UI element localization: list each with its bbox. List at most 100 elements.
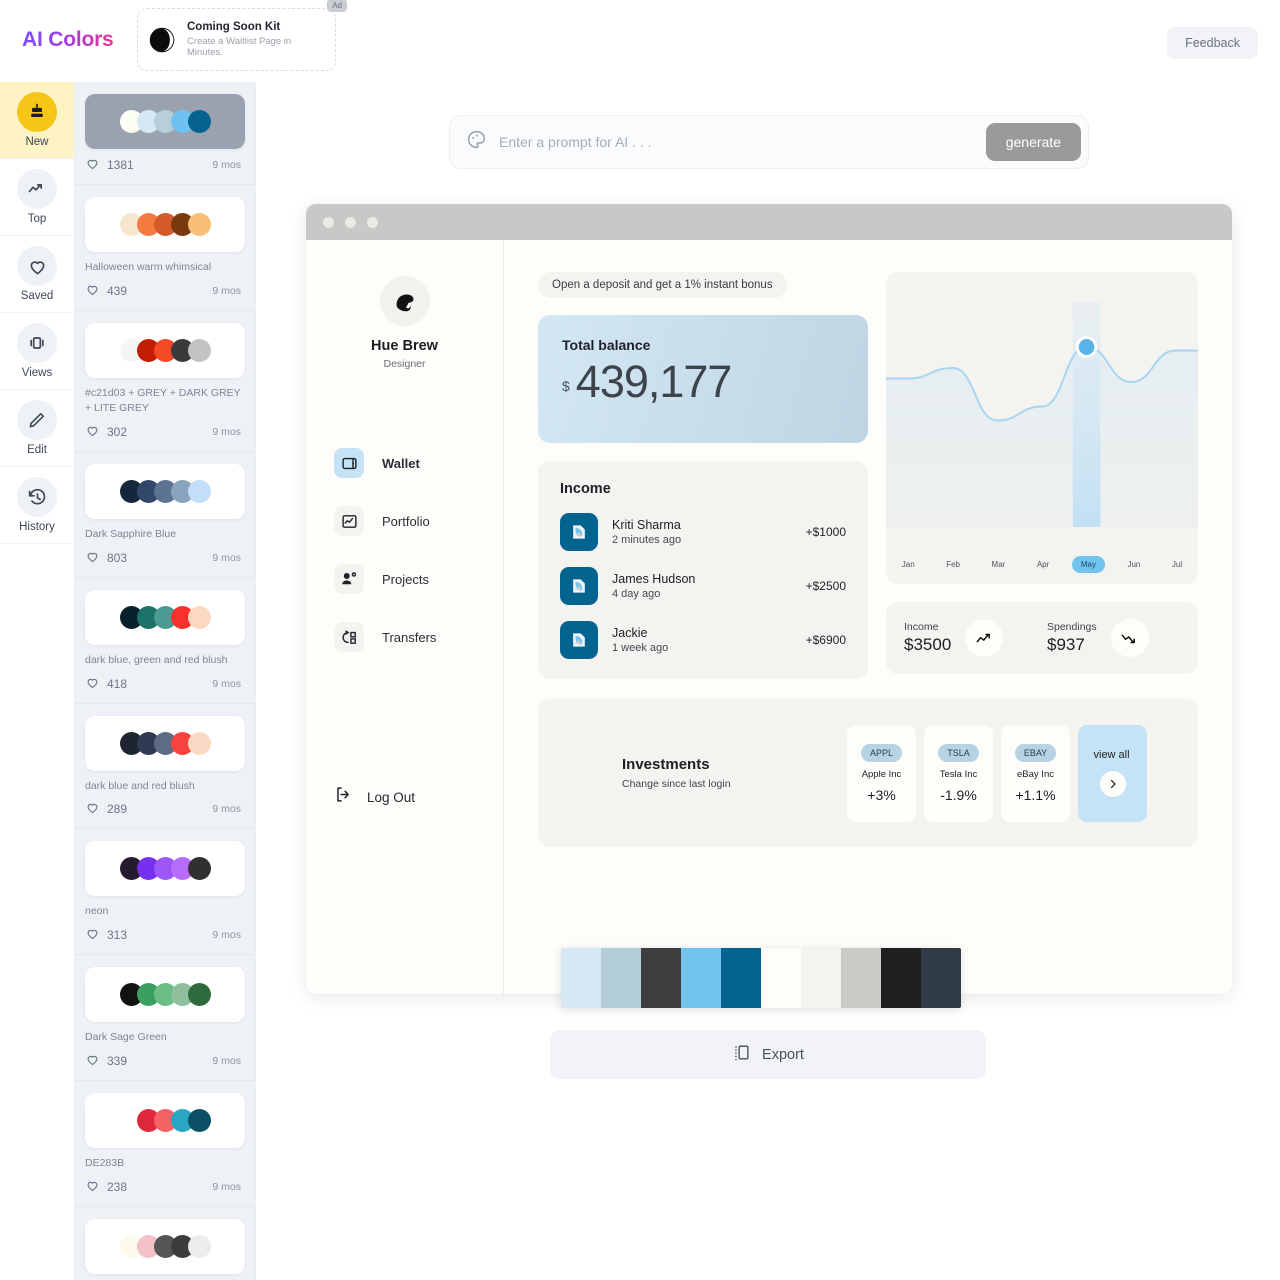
moon-logo-icon [149, 27, 175, 52]
palette-list-item[interactable]: 1381 9 mos [75, 82, 255, 185]
palette-name: dark blue, green and red blush [85, 653, 228, 666]
income-time: 4 day ago [612, 588, 661, 600]
palette-likes[interactable]: 439 [85, 282, 127, 300]
palette-swatch-dot [187, 605, 211, 629]
mock-titlebar [306, 204, 1232, 240]
palette-dots [119, 1235, 211, 1259]
preview-content: Open a deposit and get a 1% instant bonu… [504, 240, 1232, 994]
palette-name: dark blue and red blush [85, 779, 195, 792]
swatch-strip-color[interactable] [681, 948, 721, 1008]
stock-cards: APPL Apple Inc +3% TSLA Tesla Inc -1.9% EB… [847, 724, 1147, 822]
generated-swatch-strip[interactable] [561, 948, 961, 1008]
palette-list-item[interactable]: Dark Sapphire Blue 803 9 mos [75, 452, 255, 578]
swatch-strip-color[interactable] [561, 948, 601, 1008]
income-row[interactable]: Kriti Sharma 2 minutes ago +$1000 [560, 513, 846, 551]
chart-month-axis[interactable]: Jan Feb Mar Apr May Jun Jul [886, 556, 1198, 573]
chart-month-may[interactable]: May [1071, 556, 1105, 573]
logout-button[interactable]: Log Out [306, 785, 503, 809]
income-amount: +$6900 [805, 633, 846, 647]
profile-role: Designer [383, 358, 426, 370]
palette-list-item[interactable]: dark blue and red blush 289 9 mos [75, 704, 255, 830]
palette-likes[interactable]: 339 [85, 1052, 127, 1070]
menu-item-projects[interactable]: Projects [334, 564, 503, 594]
chart-month-feb[interactable]: Feb [937, 556, 969, 573]
swatch-strip-color[interactable] [881, 948, 921, 1008]
rail-item-views[interactable]: Views [0, 313, 74, 390]
export-button[interactable]: Export [550, 1030, 986, 1079]
palette-swatch-box[interactable] [85, 1093, 245, 1149]
palette-swatch-box[interactable] [85, 197, 245, 252]
palette-swatch-box[interactable] [85, 1219, 245, 1275]
menu-item-portfolio[interactable]: Portfolio [334, 506, 503, 536]
chart-box-icon [334, 506, 364, 536]
palette-swatch-box[interactable] [85, 841, 245, 897]
stock-card[interactable]: TSLA Tesla Inc -1.9% [924, 724, 993, 822]
palette-likes[interactable]: 302 [85, 423, 127, 441]
swatch-strip-color[interactable] [601, 948, 641, 1008]
palette-name: Halloween warm whimsical [85, 261, 212, 273]
stock-ticker: TSLA [938, 743, 979, 762]
palette-swatch-dot [187, 983, 211, 1007]
rail-item-edit[interactable]: Edit [0, 390, 74, 467]
menu-item-transfers[interactable]: Transfers [334, 622, 503, 652]
rail-item-saved[interactable]: Saved [0, 236, 74, 313]
palette-swatch-box[interactable] [85, 589, 245, 645]
chart-month-jan[interactable]: Jan [893, 556, 924, 573]
feedback-button[interactable]: Feedback [1167, 27, 1258, 59]
palette-swatch-box[interactable] [85, 94, 245, 149]
palette-swatch-box[interactable] [85, 463, 245, 519]
palette-swatch-box[interactable] [85, 967, 245, 1023]
swatch-strip-color[interactable] [721, 948, 761, 1008]
menu-item-wallet[interactable]: Wallet [334, 448, 503, 478]
export-label: Export [762, 1046, 804, 1063]
generate-button[interactable]: generate [985, 123, 1081, 161]
stock-card[interactable]: APPL Apple Inc +3% [847, 724, 916, 822]
palette-swatch-dot [187, 110, 211, 133]
trending-up-icon [17, 169, 57, 209]
swatch-strip-color[interactable] [801, 948, 841, 1008]
chart-month-apr[interactable]: Apr [1028, 556, 1058, 573]
transfer-icon [334, 622, 364, 652]
prompt-input[interactable] [499, 134, 974, 150]
view-all-button[interactable]: view all [1078, 724, 1147, 822]
swatch-strip-color[interactable] [761, 948, 801, 1008]
swatch-strip-color[interactable] [841, 948, 881, 1008]
palette-list-item[interactable]: dark blue, green and red blush 418 9 mos [75, 578, 255, 704]
palette-list-item[interactable]: Halloween warm whimsical 439 9 mos [75, 185, 255, 311]
income-row[interactable]: Jackie 1 week ago +$6900 [560, 621, 846, 659]
prompt-bar[interactable]: generate [449, 115, 1089, 169]
palette-likes[interactable]: 313 [85, 926, 127, 944]
palette-list-item[interactable]: Dark Sage Green 339 9 mos [75, 955, 255, 1082]
heart-icon [85, 156, 100, 174]
profile-name: Hue Brew [371, 338, 438, 354]
chart-month-jun[interactable]: Jun [1118, 556, 1149, 573]
palette-swatch-box[interactable] [85, 322, 245, 378]
palette-likes[interactable]: 803 [85, 549, 127, 567]
total-balance-card: Total balance $ 439,177 [538, 315, 868, 443]
heart-icon [85, 800, 100, 818]
income-row[interactable]: James Hudson 4 day ago +$2500 [560, 567, 846, 605]
palette-likes[interactable]: 289 [85, 800, 127, 818]
palette-dots [119, 605, 211, 629]
rail-item-history[interactable]: History [0, 467, 74, 544]
stock-card[interactable]: EBAY eBay Inc +1.1% [1001, 724, 1070, 822]
palette-likes[interactable]: 1381 [85, 156, 134, 174]
palette-list-item[interactable]: neon 313 9 mos [75, 829, 255, 956]
palette-list[interactable]: 1381 9 mos Halloween warm whimsical 439 … [75, 82, 255, 1280]
palette-list-item[interactable]: Blueberry Blue Fruit with contrast 159 9… [75, 1207, 255, 1280]
rail-item-top[interactable]: Top [0, 159, 74, 236]
palette-likes[interactable]: 418 [85, 675, 127, 693]
ad-badge: Ad [327, 0, 347, 12]
palette-swatch-box[interactable] [85, 715, 245, 771]
chart-month-jul[interactable]: Jul [1163, 556, 1191, 573]
palette-list-item[interactable]: DE283B 238 9 mos [75, 1081, 255, 1208]
swatch-strip-color[interactable] [641, 948, 681, 1008]
stat-label-income: Income [904, 621, 939, 633]
window-dot-maximize [367, 216, 378, 228]
palette-list-item[interactable]: #c21d03 + GREY + DARK GREY + LITE GREY 3… [75, 311, 255, 452]
swatch-strip-color[interactable] [921, 948, 961, 1008]
chart-month-mar[interactable]: Mar [983, 556, 1015, 573]
ad-card[interactable]: Coming Soon Kit Create a Waitlist Page i… [137, 0, 347, 71]
palette-likes[interactable]: 238 [85, 1178, 127, 1196]
rail-item-new[interactable]: New [0, 82, 74, 159]
